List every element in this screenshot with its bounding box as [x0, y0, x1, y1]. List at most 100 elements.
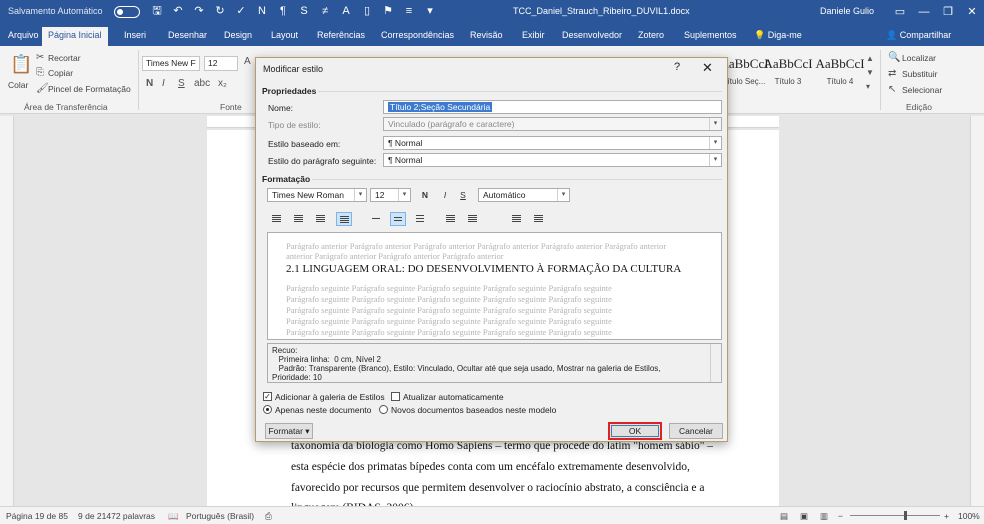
format-painter-button[interactable]: Pincel de Formatação	[48, 84, 131, 94]
tab-diga-me[interactable]: 💡 Diga-me	[748, 28, 808, 46]
styles-scroll-up-icon[interactable]: ▲	[866, 54, 874, 63]
tab-desenhar[interactable]: Desenhar	[162, 28, 213, 46]
align-center-icon[interactable]	[290, 212, 306, 226]
decrease-indent-icon[interactable]	[508, 212, 524, 226]
bold-button[interactable]: N	[418, 188, 432, 202]
print-layout-icon[interactable]: ▣	[800, 511, 808, 522]
check-icon[interactable]: ✓	[234, 4, 248, 18]
add-gallery-label[interactable]: Adicionar à galeria de Estilos	[275, 392, 385, 402]
dialog-close-button[interactable]: ✕	[702, 60, 713, 76]
subscript-icon[interactable]: x₂	[218, 78, 227, 89]
page-count[interactable]: Página 19 de 85	[6, 511, 68, 521]
tab-revisao[interactable]: Revisão	[464, 28, 509, 46]
tab-pagina-inicial[interactable]: Página Inicial	[42, 27, 108, 46]
zoom-slider[interactable]	[850, 515, 940, 516]
add-gallery-checkbox[interactable]: ✓	[263, 392, 272, 401]
align-right-icon[interactable]	[312, 212, 328, 226]
n-icon[interactable]: N	[255, 4, 269, 18]
minimize-button[interactable]: —	[914, 3, 934, 21]
styles-scroll-down-icon[interactable]: ▼	[866, 68, 874, 77]
copy-button[interactable]: Copiar	[48, 68, 73, 78]
align-left-icon[interactable]	[268, 212, 284, 226]
strike-icon[interactable]: S	[297, 4, 311, 18]
web-layout-icon[interactable]: ▥	[820, 511, 828, 522]
style-name-input[interactable]: Título 2;Seção Secundária	[383, 100, 722, 114]
list-icon[interactable]: ≡	[402, 4, 416, 18]
tab-exibir[interactable]: Exibir	[516, 28, 551, 46]
one-half-spacing-icon[interactable]	[390, 212, 406, 226]
ribbon-display-icon[interactable]: ▭	[890, 3, 910, 21]
zoom-level[interactable]: 100%	[958, 511, 980, 521]
next-style-select[interactable]: ¶ Normal ▾	[383, 153, 722, 167]
bold-icon[interactable]: N	[146, 78, 153, 89]
pilcrow-icon[interactable]: ¶	[276, 4, 290, 18]
zoom-out-icon[interactable]: −	[838, 511, 843, 521]
abc-icon[interactable]: ≠	[318, 4, 332, 18]
autosave-toggle[interactable]	[114, 6, 140, 18]
close-button[interactable]: ✕	[962, 3, 982, 21]
format-painter-icon[interactable]: 🖌	[36, 83, 49, 94]
tab-referencias[interactable]: Referências	[311, 28, 371, 46]
underline-icon[interactable]: S	[178, 78, 185, 89]
zoom-in-icon[interactable]: +	[944, 511, 949, 521]
save-icon[interactable]: 🖫	[150, 4, 164, 18]
tab-correspondencias[interactable]: Correspondências	[375, 28, 460, 46]
paste-icon[interactable]: 📋	[10, 54, 32, 75]
tab-design[interactable]: Design	[218, 28, 258, 46]
replace-button[interactable]: Substituir	[902, 69, 937, 79]
double-spacing-icon[interactable]	[412, 212, 428, 226]
more-icon[interactable]: ▾	[423, 4, 437, 18]
space-before-icon[interactable]	[442, 212, 458, 226]
replace-icon[interactable]: ⇄	[888, 68, 896, 79]
font-size-select[interactable]: 12 ▾	[370, 188, 411, 202]
refresh-icon[interactable]: ↻	[213, 4, 227, 18]
italic-button[interactable]: I	[438, 188, 452, 202]
strikethrough-icon[interactable]: abc	[194, 78, 210, 89]
based-on-select[interactable]: ¶ Normal ▾	[383, 136, 722, 150]
format-button[interactable]: Formatar ▾	[265, 423, 313, 439]
paste-label[interactable]: Colar	[8, 80, 28, 90]
font-select[interactable]: Times New Roman ▾	[267, 188, 367, 202]
find-button[interactable]: Localizar	[902, 53, 936, 63]
tab-inserir[interactable]: Inseri	[118, 28, 152, 46]
grow-font-icon[interactable]: A	[244, 56, 251, 67]
new-docs-radio[interactable]	[379, 405, 388, 414]
font-color-select[interactable]: Automático ▾	[478, 188, 570, 202]
word-count[interactable]: 9 de 21472 palavras	[78, 511, 155, 521]
undo-icon[interactable]: ↶	[171, 4, 185, 18]
tab-zotero[interactable]: Zotero	[632, 28, 670, 46]
italic-icon[interactable]: I	[162, 78, 165, 89]
increase-indent-icon[interactable]	[530, 212, 546, 226]
tab-arquivo[interactable]: Arquivo	[2, 28, 45, 46]
styles-more-icon[interactable]: ▾	[866, 82, 870, 91]
flag-icon[interactable]: ⚑	[381, 4, 395, 18]
user-name[interactable]: Daniele Gulio	[820, 6, 874, 16]
select-icon[interactable]: ↖	[888, 84, 896, 95]
copy-icon[interactable]: ⎘	[36, 67, 44, 78]
justify-icon[interactable]	[336, 212, 352, 226]
cut-button[interactable]: Recortar	[48, 53, 81, 63]
text-style-icon[interactable]: A	[339, 4, 353, 18]
style-titulo-3[interactable]: AaBbCcI Título 3	[762, 52, 814, 94]
vertical-scrollbar[interactable]	[970, 116, 984, 506]
read-mode-icon[interactable]: ▤	[780, 511, 788, 522]
help-button[interactable]: ?	[674, 61, 680, 73]
description-scrollbar[interactable]	[710, 344, 721, 382]
find-icon[interactable]: 🔍	[888, 52, 900, 63]
redo-icon[interactable]: ↷	[192, 4, 206, 18]
auto-update-label[interactable]: Atualizar automaticamente	[403, 392, 504, 402]
cancel-button[interactable]: Cancelar	[669, 423, 723, 439]
ribbon-font-size[interactable]: 12	[204, 56, 238, 71]
share-button[interactable]: 👤 Compartilhar	[880, 28, 957, 46]
style-titulo-4[interactable]: AaBbCcI Título 4	[814, 52, 866, 94]
proofing-icon[interactable]: 📖	[168, 511, 179, 522]
restore-button[interactable]: ❐	[938, 3, 958, 21]
tab-suplementos[interactable]: Suplementos	[678, 28, 743, 46]
cut-icon[interactable]: ✂	[36, 52, 44, 63]
single-spacing-icon[interactable]	[368, 212, 384, 226]
tab-layout[interactable]: Layout	[265, 28, 304, 46]
language[interactable]: Português (Brasil)	[186, 511, 254, 521]
underline-button[interactable]: S	[456, 188, 470, 202]
new-docs-label[interactable]: Novos documentos baseados neste modelo	[391, 405, 556, 415]
zoom-slider-thumb[interactable]	[904, 511, 907, 520]
